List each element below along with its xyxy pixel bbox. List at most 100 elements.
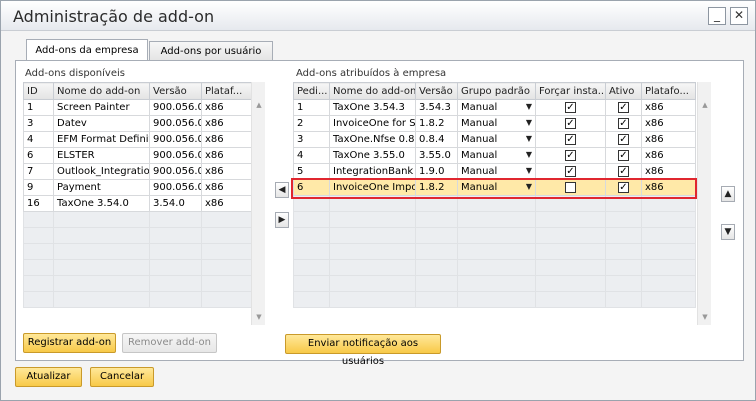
- move-right-button[interactable]: ▶: [275, 212, 289, 228]
- active-checkbox[interactable]: ✓: [618, 133, 629, 145]
- force-install-cell: ✓: [535, 115, 606, 132]
- active-checkbox[interactable]: ✓: [618, 165, 629, 177]
- active-cell: ✓: [605, 163, 642, 180]
- table-cell: 3: [23, 115, 54, 132]
- group-dropdown[interactable]: Manual ▼: [457, 131, 536, 148]
- table-cell: EFM Format Definitio: [53, 131, 150, 148]
- available-column-header[interactable]: Versão: [149, 82, 202, 100]
- dropdown-arrow-icon[interactable]: ▼: [526, 166, 532, 175]
- table-cell: Datev: [53, 115, 150, 132]
- group-dropdown[interactable]: Manual ▼: [457, 179, 536, 196]
- order-cell: 2: [293, 115, 330, 132]
- force-install-checkbox[interactable]: ✓: [565, 117, 576, 129]
- force-install-checkbox[interactable]: [565, 181, 576, 193]
- assigned-column-header[interactable]: Platafo...: [641, 82, 696, 100]
- force-install-cell: ✓: [535, 131, 606, 148]
- move-down-button[interactable]: ▼: [721, 224, 735, 240]
- scroll-down-icon[interactable]: ▼: [700, 312, 710, 322]
- active-checkbox[interactable]: ✓: [618, 149, 629, 161]
- table-row[interactable]: 4EFM Format Definitio900.056.00.x86: [23, 131, 252, 148]
- group-value: Manual: [461, 150, 498, 161]
- version-cell: 0.8.4: [415, 131, 458, 148]
- dropdown-arrow-icon[interactable]: ▼: [526, 150, 532, 159]
- addon-name-cell: IntegrationBank fo: [329, 163, 416, 180]
- close-icon[interactable]: ✕: [730, 7, 748, 25]
- register-addon-button[interactable]: Registrar add-on: [23, 333, 116, 353]
- table-row[interactable]: 1Screen Painter900.056.00.x86: [23, 99, 252, 116]
- table-row[interactable]: 7Outlook_Integration900.056.00.x86: [23, 163, 252, 180]
- addon-name-cell: InvoiceOne Impor: [329, 179, 416, 196]
- version-cell: 1.9.0: [415, 163, 458, 180]
- table-row[interactable]: 1 TaxOne 3.54.3 3.54.3 Manual ▼ ✓ ✓ x86: [293, 99, 696, 116]
- scroll-up-icon[interactable]: ▲: [700, 100, 710, 110]
- table-row[interactable]: 4 TaxOne 3.55.0 3.55.0 Manual ▼ ✓ ✓ x86: [293, 147, 696, 164]
- table-cell: 900.056.00.: [149, 147, 202, 164]
- available-addons-table[interactable]: ID Nome do add-on Versão Plataf... 1 Screen …: [23, 82, 252, 308]
- force-install-checkbox[interactable]: ✓: [565, 101, 576, 113]
- assigned-column-header[interactable]: Nome do add-on: [329, 82, 416, 100]
- force-install-cell: ✓: [535, 99, 606, 116]
- table-cell: 900.056.00.: [149, 163, 202, 180]
- scroll-up-icon[interactable]: ▲: [254, 100, 264, 110]
- update-button[interactable]: Atualizar: [15, 367, 82, 387]
- empty-row: [23, 243, 252, 260]
- assigned-scrollbar[interactable]: ▲ ▼: [697, 82, 711, 325]
- dropdown-arrow-icon[interactable]: ▼: [526, 134, 532, 143]
- assigned-column-header[interactable]: Pedi...: [293, 82, 330, 100]
- group-dropdown[interactable]: Manual ▼: [457, 147, 536, 164]
- assigned-column-header[interactable]: Ativo: [605, 82, 642, 100]
- table-row[interactable]: 5IntegrationBank fo1.9.0Manual ▼ ✓ ✓ x86: [293, 163, 696, 180]
- active-checkbox[interactable]: ✓: [618, 117, 629, 129]
- assigned-addons-table[interactable]: Pedi... Nome do add-on Versão Grupo padrão F…: [293, 82, 696, 308]
- force-install-cell: [535, 179, 606, 196]
- available-scrollbar[interactable]: ▲ ▼: [251, 82, 265, 325]
- assigned-column-header[interactable]: Forçar insta...: [535, 82, 606, 100]
- table-row[interactable]: 16 TaxOne 3.54.0 3.54.0 x86: [23, 195, 252, 212]
- order-cell: 4: [293, 147, 330, 164]
- group-dropdown[interactable]: Manual ▼: [457, 163, 536, 180]
- table-row[interactable]: 9Payment900.056.00.x86: [23, 179, 252, 196]
- assigned-column-header[interactable]: Grupo padrão: [457, 82, 536, 100]
- remove-addon-button[interactable]: Remover add-on: [122, 333, 217, 353]
- minimize-icon[interactable]: _: [708, 7, 726, 25]
- order-cell: 3: [293, 131, 330, 148]
- dropdown-arrow-icon[interactable]: ▼: [526, 182, 532, 191]
- assigned-column-header[interactable]: Versão: [415, 82, 458, 100]
- window-title: Administração de add-on: [13, 7, 215, 26]
- group-dropdown[interactable]: Manual ▼: [457, 99, 536, 116]
- active-checkbox[interactable]: ✓: [618, 101, 629, 113]
- table-cell: 900.056.00.: [149, 115, 202, 132]
- cancel-button[interactable]: Cancelar: [90, 367, 154, 387]
- force-install-checkbox[interactable]: ✓: [565, 133, 576, 145]
- active-checkbox[interactable]: ✓: [618, 181, 629, 193]
- active-cell: ✓: [605, 99, 642, 116]
- available-column-header[interactable]: ID: [23, 82, 54, 100]
- force-install-checkbox[interactable]: ✓: [565, 165, 576, 177]
- scroll-down-icon[interactable]: ▼: [254, 312, 264, 322]
- group-value: Manual: [461, 166, 498, 177]
- available-column-header[interactable]: Nome do add-on: [53, 82, 150, 100]
- table-row[interactable]: 2 InvoiceOne for SA 1.8.2 Manual ▼ ✓ ✓ x86: [293, 115, 696, 132]
- table-row[interactable]: 3Datev900.056.00.x86: [23, 115, 252, 132]
- version-cell: 1.8.2: [415, 115, 458, 132]
- table-row[interactable]: 6 InvoiceOne Impor 1.8.2 Manual ▼ ✓ x86: [293, 179, 696, 196]
- table-cell: 9: [23, 179, 54, 196]
- notify-users-button[interactable]: Enviar notificação aos usuários: [285, 334, 441, 367]
- platform-cell: x86: [641, 99, 696, 116]
- table-row[interactable]: 3 TaxOne.Nfse 0.8.4 0.8.4 Manual ▼ ✓ ✓ x86: [293, 131, 696, 148]
- version-cell: 3.54.3: [415, 99, 458, 116]
- tab-company-addons[interactable]: Add-ons da empresa: [26, 39, 148, 61]
- dropdown-arrow-icon[interactable]: ▼: [526, 118, 532, 127]
- force-install-cell: ✓: [535, 147, 606, 164]
- force-install-checkbox[interactable]: ✓: [565, 149, 576, 161]
- group-dropdown[interactable]: Manual ▼: [457, 115, 536, 132]
- available-column-header[interactable]: Plataf...: [201, 82, 252, 100]
- move-left-button[interactable]: ◀: [275, 182, 289, 198]
- empty-row: [293, 211, 696, 228]
- table-row[interactable]: 6ELSTER900.056.00.x86: [23, 147, 252, 164]
- table-cell: x86: [201, 163, 252, 180]
- empty-row: [293, 227, 696, 244]
- move-up-button[interactable]: ▲: [721, 186, 735, 202]
- tab-user-addons[interactable]: Add-ons por usuário: [149, 41, 273, 61]
- dropdown-arrow-icon[interactable]: ▼: [526, 102, 532, 111]
